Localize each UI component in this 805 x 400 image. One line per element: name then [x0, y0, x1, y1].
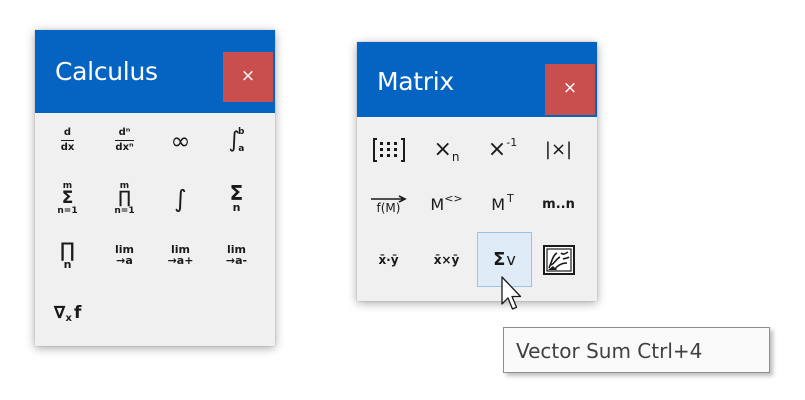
product-button[interactable]: ∏ n	[40, 228, 95, 283]
right-limit-button[interactable]: lim →a+	[153, 228, 208, 283]
matrix-column-button[interactable]: M <>	[419, 177, 474, 232]
subscript-button[interactable]: × n	[419, 122, 474, 177]
vectorize-icon: f(M)	[370, 195, 408, 214]
vector-sum-tooltip: Vector Sum Ctrl+4	[503, 327, 770, 373]
limit-icon: lim →a	[114, 243, 134, 267]
dot-product-button[interactable]: x̄·ȳ	[361, 232, 416, 287]
left-limit-icon: lim →a-	[225, 243, 248, 267]
range-product-icon: m ∏ n=1	[114, 180, 135, 216]
picture-button[interactable]	[531, 232, 586, 287]
matrix-title: Matrix	[377, 67, 454, 96]
matrix-column-icon: M <>	[430, 192, 463, 214]
range-variable-icon: m..n	[542, 197, 575, 212]
nth-derivative-icon: dⁿ dxⁿ	[115, 127, 134, 153]
matrix-grid-icon	[372, 137, 405, 162]
matrix-close-button[interactable]: ×	[545, 64, 595, 115]
close-icon: ×	[562, 78, 578, 98]
nth-derivative-button[interactable]: dⁿ dxⁿ	[97, 113, 152, 168]
range-sum-icon: m Σ n=1	[57, 180, 78, 216]
definite-integral-icon: ∫ ba	[228, 126, 245, 154]
cross-product-button[interactable]: x̄×ȳ	[419, 232, 474, 287]
summation-icon: Σ n	[229, 180, 244, 214]
calculus-close-button[interactable]: ×	[223, 52, 273, 102]
calculus-titlebar[interactable]: Calculus ×	[35, 30, 275, 113]
mouse-cursor-icon	[501, 276, 522, 310]
derivative-icon: d dx	[60, 127, 75, 153]
infinity-button[interactable]: ∞	[153, 113, 208, 168]
insert-matrix-button[interactable]	[361, 122, 416, 177]
limit-button[interactable]: lim →a	[97, 228, 152, 283]
product-icon: ∏ n	[59, 237, 76, 271]
indefinite-integral-button[interactable]: ∫	[153, 171, 208, 226]
dot-product-icon: x̄·ȳ	[378, 252, 399, 267]
inverse-icon: × -1	[487, 136, 518, 162]
range-sum-button[interactable]: m Σ n=1	[40, 171, 95, 226]
indefinite-integral-icon: ∫	[174, 184, 187, 213]
determinant-button[interactable]: |×|	[531, 122, 586, 177]
right-limit-icon: lim →a+	[167, 243, 194, 267]
matrix-titlebar[interactable]: Matrix ×	[357, 42, 597, 117]
transpose-button[interactable]: MT	[475, 177, 530, 232]
subscript-icon: × n	[433, 137, 460, 164]
transpose-icon: MT	[491, 192, 514, 214]
vector-sum-icon: Σv	[493, 249, 516, 270]
picture-icon	[542, 244, 575, 275]
range-product-button[interactable]: m ∏ n=1	[97, 171, 152, 226]
cross-product-icon: x̄×ȳ	[433, 252, 460, 267]
infinity-icon: ∞	[170, 126, 191, 155]
left-limit-button[interactable]: lim →a-	[209, 228, 264, 283]
derivative-button[interactable]: d dx	[40, 113, 95, 168]
inverse-button[interactable]: × -1	[475, 122, 530, 177]
calculus-palette: Calculus × d dx dⁿ dxⁿ ∞ ∫ ba m Σ n=1 m …	[35, 30, 275, 346]
calculus-title: Calculus	[55, 57, 158, 86]
gradient-button[interactable]: ∇ x f	[40, 285, 95, 340]
range-variable-button[interactable]: m..n	[531, 177, 586, 232]
definite-integral-button[interactable]: ∫ ba	[209, 113, 264, 168]
close-icon: ×	[240, 66, 256, 86]
determinant-icon: |×|	[544, 139, 573, 160]
matrix-palette: Matrix × × n × -1 |×| f(M) M <> M T m..n…	[357, 42, 597, 301]
summation-button[interactable]: Σ n	[209, 171, 264, 226]
vectorize-button[interactable]: f(M)	[361, 177, 416, 232]
gradient-icon: ∇ x f	[53, 302, 82, 325]
